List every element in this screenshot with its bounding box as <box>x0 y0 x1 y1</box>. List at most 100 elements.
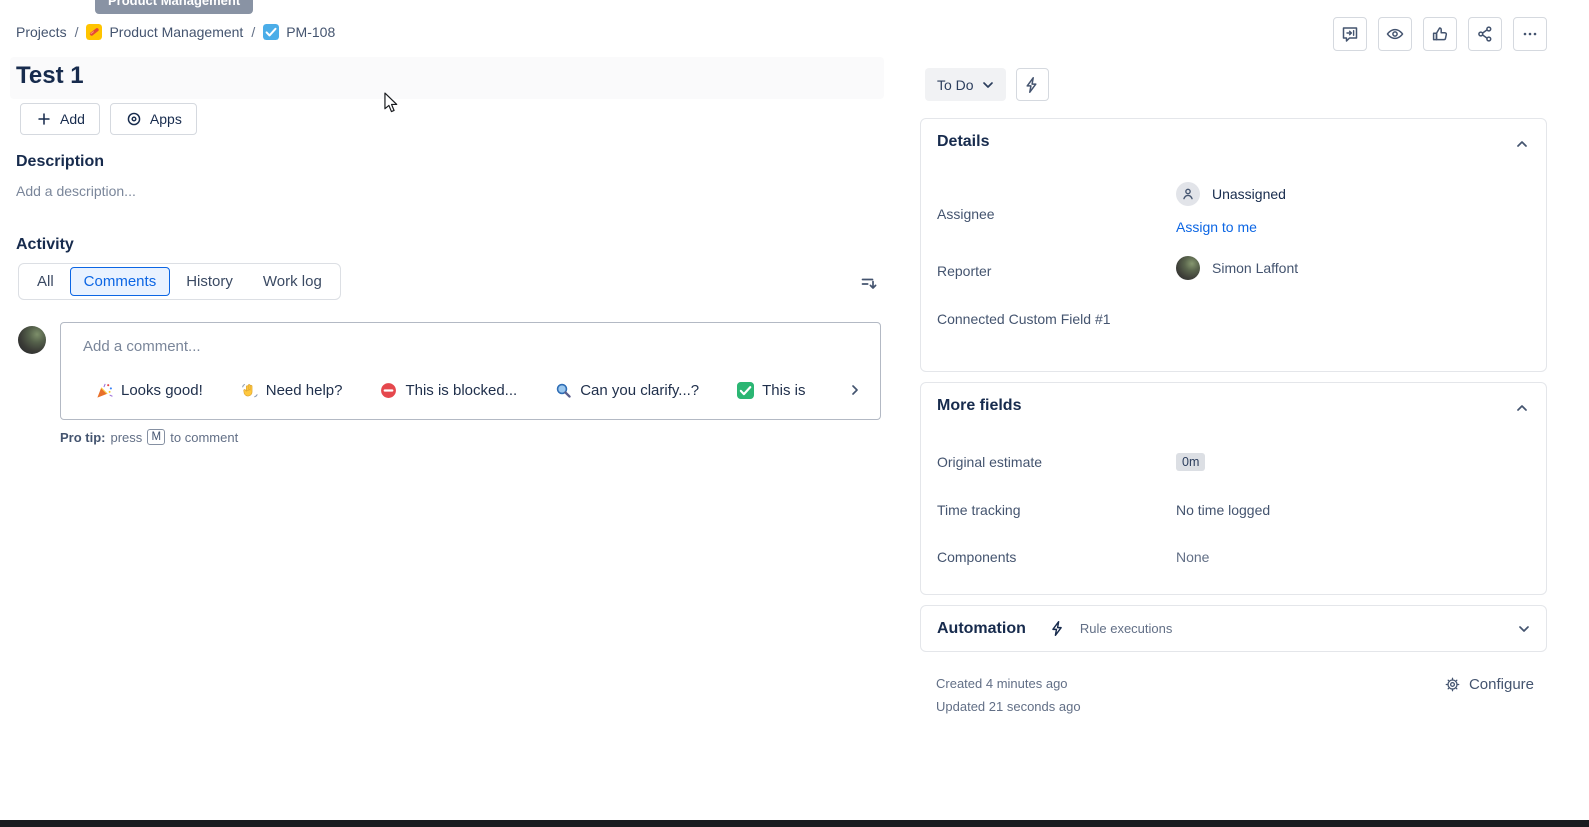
status-dropdown[interactable]: To Do <box>925 68 1006 101</box>
quick-reply-chips: Looks good! Need help? This is blocked..… <box>96 376 840 404</box>
quick-reply-label: Looks good! <box>121 382 203 399</box>
chevron-up-icon <box>1514 400 1530 416</box>
breadcrumb-issue[interactable]: PM-108 <box>263 24 335 40</box>
time-tracking-row: Time tracking No time logged <box>937 494 1530 526</box>
issue-toolbar <box>1333 17 1547 51</box>
breadcrumb-projects[interactable]: Projects <box>16 24 67 40</box>
keyboard-key-m: M <box>147 429 165 445</box>
task-type-icon <box>263 24 279 40</box>
breadcrumb-separator: / <box>75 24 79 40</box>
automation-quick-button[interactable] <box>1016 68 1049 101</box>
details-card: Details Assignee Unassigned Assign to me… <box>920 118 1547 372</box>
tab-history[interactable]: History <box>172 267 247 296</box>
reporter-label: Reporter <box>937 263 991 279</box>
thumbs-up-icon <box>1430 24 1450 44</box>
comment-placeholder: Add a comment... <box>83 338 201 355</box>
current-user-avatar <box>18 326 46 354</box>
updated-timestamp: Updated 21 seconds ago <box>936 699 1081 714</box>
lightning-bolt-icon <box>1048 619 1067 638</box>
apps-button-label: Apps <box>150 111 182 127</box>
assignee-value[interactable]: Unassigned <box>1176 182 1286 206</box>
like-button[interactable] <box>1423 17 1457 51</box>
gear-icon <box>1444 676 1461 693</box>
chevron-right-icon <box>847 382 863 398</box>
description-placeholder[interactable]: Add a description... <box>16 183 136 199</box>
reporter-avatar <box>1176 256 1200 280</box>
share-icon <box>1475 24 1495 44</box>
pro-tip-prefix: Pro tip: <box>60 430 106 445</box>
original-estimate-row: Original estimate 0m <box>937 446 1530 478</box>
assign-to-me-link[interactable]: Assign to me <box>1176 219 1257 235</box>
waving-hand-icon <box>241 382 258 399</box>
pro-tip-suffix: to comment <box>170 430 238 445</box>
breadcrumb: Projects / Product Management / PM-108 <box>16 24 335 40</box>
pro-tip-press: press <box>111 430 143 445</box>
components-row: Components None <box>937 541 1530 573</box>
feedback-button[interactable] <box>1333 17 1367 51</box>
breadcrumb-separator: / <box>251 24 255 40</box>
automation-heading: Automation <box>937 620 1026 638</box>
configure-button[interactable]: Configure <box>1444 676 1534 693</box>
sort-descending-icon <box>859 273 879 293</box>
unassigned-person-icon <box>1176 182 1200 206</box>
chevron-up-icon <box>1514 136 1530 152</box>
quick-reply-label: Can you clarify...? <box>580 382 699 399</box>
status-row: To Do <box>925 68 1049 101</box>
quick-reply-need-help[interactable]: Need help? <box>241 382 343 399</box>
connected-custom-field-label: Connected Custom Field #1 <box>937 309 1137 329</box>
breadcrumb-project-label: Product Management <box>109 24 243 40</box>
description-heading: Description <box>16 153 104 171</box>
quick-replies-next-button[interactable] <box>844 379 866 401</box>
more-fields-heading: More fields <box>937 397 1021 415</box>
reporter-value[interactable]: Simon Laffont <box>1176 256 1298 280</box>
check-mark-icon <box>737 382 754 399</box>
project-tooltip: Product Management <box>95 0 253 14</box>
more-fields-collapse-button[interactable] <box>1512 398 1532 418</box>
quick-reply-looks-good[interactable]: Looks good! <box>96 382 203 399</box>
quick-reply-clarify[interactable]: Can you clarify...? <box>555 382 699 399</box>
feedback-icon <box>1340 24 1360 44</box>
automation-subtitle: Rule executions <box>1080 621 1173 636</box>
lightning-bolt-icon <box>1022 75 1042 95</box>
time-tracking-value[interactable]: No time logged <box>1176 502 1530 518</box>
activity-heading: Activity <box>16 236 74 254</box>
pro-tip: Pro tip: press M to comment <box>60 429 238 445</box>
quick-reply-label: This is <box>762 382 805 399</box>
original-estimate-label: Original estimate <box>937 454 1176 470</box>
share-button[interactable] <box>1468 17 1502 51</box>
components-value[interactable]: None <box>1176 549 1530 565</box>
quick-reply-label: This is blocked... <box>405 382 517 399</box>
assignee-label: Assignee <box>937 206 995 222</box>
comment-box[interactable]: Add a comment... Looks good! Need help? … <box>60 322 881 420</box>
tab-worklog[interactable]: Work log <box>249 267 336 296</box>
quick-reply-this-is[interactable]: This is <box>737 382 805 399</box>
details-collapse-button[interactable] <box>1512 134 1532 154</box>
ellipsis-icon <box>1520 24 1540 44</box>
add-button[interactable]: Add <box>20 103 100 135</box>
title-highlight-band <box>10 57 884 99</box>
status-label: To Do <box>937 77 974 93</box>
apps-button[interactable]: Apps <box>110 103 197 135</box>
no-entry-icon <box>380 382 397 399</box>
created-timestamp: Created 4 minutes ago <box>936 676 1068 691</box>
configure-label: Configure <box>1469 676 1534 693</box>
breadcrumb-project[interactable]: Product Management <box>86 24 243 40</box>
original-estimate-value[interactable]: 0m <box>1176 453 1205 471</box>
tab-all[interactable]: All <box>23 267 68 296</box>
chevron-down-icon <box>1516 621 1532 637</box>
issue-title[interactable]: Test 1 <box>16 62 84 90</box>
assignee-name: Unassigned <box>1212 186 1286 202</box>
plus-icon <box>35 110 53 128</box>
screen-bottom-edge <box>0 820 1589 827</box>
automation-card[interactable]: Automation Rule executions <box>920 605 1547 652</box>
tab-comments[interactable]: Comments <box>70 267 171 296</box>
watch-button[interactable] <box>1378 17 1412 51</box>
sort-comments-button[interactable] <box>856 271 882 295</box>
action-bar: Add Apps <box>20 103 197 135</box>
more-actions-button[interactable] <box>1513 17 1547 51</box>
breadcrumb-issue-key: PM-108 <box>286 24 335 40</box>
magnifier-icon <box>555 382 572 399</box>
quick-reply-blocked[interactable]: This is blocked... <box>380 382 517 399</box>
chevron-down-icon <box>980 77 996 93</box>
reporter-name: Simon Laffont <box>1212 260 1298 276</box>
